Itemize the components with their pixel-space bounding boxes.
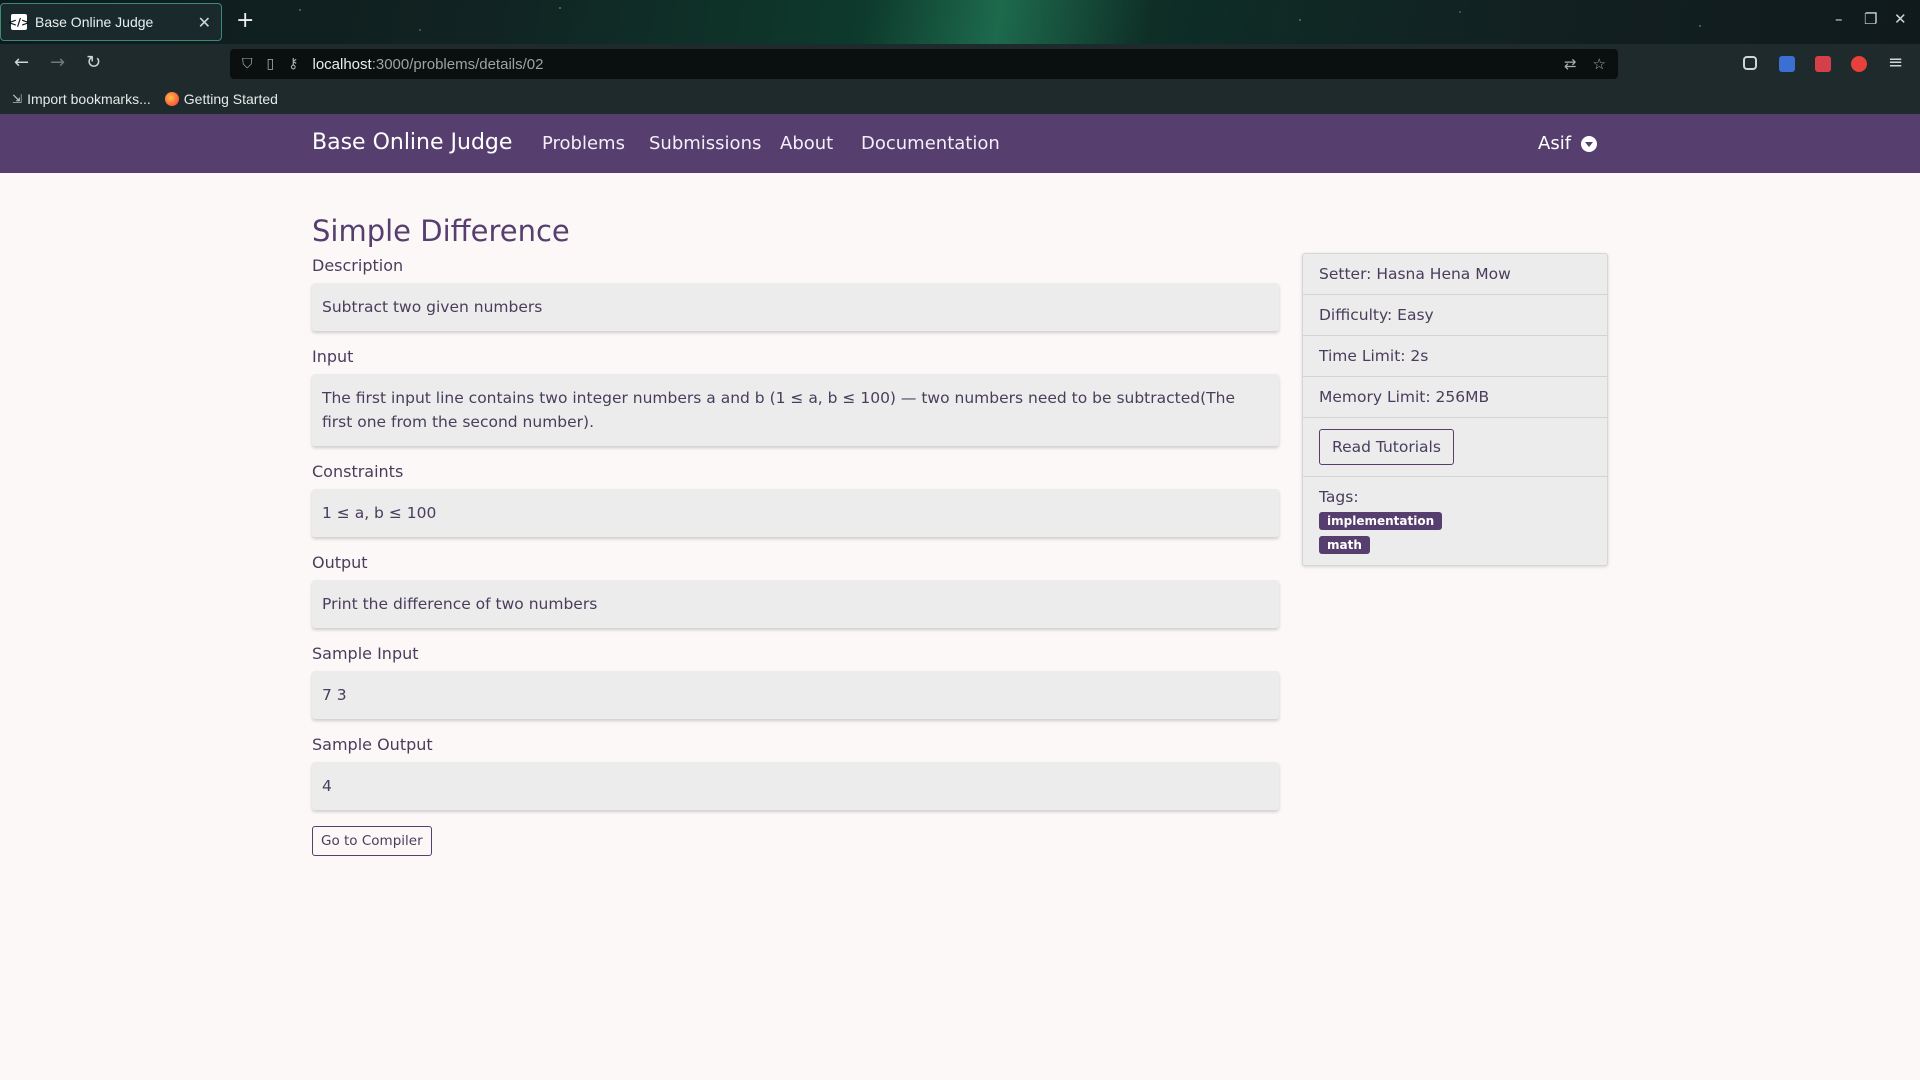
address-bar[interactable]: ⛉ ▯ ⚷ localhost:3000/problems/details/02… [230, 49, 1618, 79]
bookmark-getting-started-label: Getting Started [183, 91, 278, 107]
tags-list: implementation math [1319, 506, 1591, 554]
difficulty-info: Difficulty: Easy [1303, 295, 1607, 336]
setter-info: Setter: Hasna Hena Mow [1303, 254, 1607, 295]
forward-icon[interactable]: → [50, 52, 65, 73]
input-card: The first input line contains two intege… [312, 374, 1279, 446]
problem-info-panel: Setter: Hasna Hena Mow Difficulty: Easy … [1302, 253, 1608, 566]
time-limit-info: Time Limit: 2s [1303, 336, 1607, 377]
bookmark-star-icon[interactable]: ☆ [1593, 55, 1606, 73]
tutorial-row: Read Tutorials [1303, 418, 1607, 477]
description-label: Description [312, 256, 404, 275]
firefox-icon [164, 92, 179, 106]
url-path: :3000/problems/details/02 [371, 55, 544, 73]
tab-favicon-icon: </> [7, 14, 31, 30]
tags-row: Tags: implementation math [1303, 477, 1607, 565]
input-label: Input [312, 347, 354, 366]
menu-icon[interactable]: ≡ [1888, 52, 1903, 73]
tag-badge[interactable]: implementation [1319, 512, 1443, 530]
nav-problems[interactable]: Problems [542, 133, 625, 154]
tab-close-icon[interactable]: ✕ [198, 13, 211, 32]
browser-titlebar: </> Base Online Judge ✕ + – ❐ ✕ [0, 0, 1920, 44]
memory-limit-info: Memory Limit: 256MB [1303, 377, 1607, 418]
problem-title: Simple Difference [312, 214, 570, 248]
key-icon[interactable]: ⚷ [288, 56, 298, 72]
user-name: Asif [1538, 133, 1572, 154]
app-navbar: Base Online Judge Problems Submissions A… [0, 114, 1920, 173]
go-to-compiler-button[interactable]: Go to Compiler [312, 826, 432, 856]
import-icon: ⇲ [12, 92, 23, 106]
output-card: Print the difference of two numbers [312, 580, 1279, 628]
bookmark-import[interactable]: ⇲ Import bookmarks... [12, 91, 151, 107]
restore-icon[interactable]: ❐ [1864, 10, 1877, 28]
sample-input-card: 7 3 [312, 671, 1279, 719]
shield-icon[interactable]: ⛉ [242, 56, 253, 72]
tab-title: Base Online Judge [35, 14, 154, 30]
constraints-card: 1 ≤ a, b ≤ 100 [312, 489, 1279, 537]
read-tutorials-button[interactable]: Read Tutorials [1319, 429, 1454, 465]
sample-input-label: Sample Input [312, 644, 419, 663]
translate-icon[interactable]: ⇄ [1564, 55, 1577, 73]
minimize-icon[interactable]: – [1835, 10, 1843, 28]
tag-badge[interactable]: math [1319, 536, 1370, 554]
sample-output-label: Sample Output [312, 735, 433, 754]
extension-icon[interactable] [1815, 56, 1831, 72]
pocket-icon[interactable] [1743, 56, 1757, 70]
problem-details: Simple Difference Description Subtract t… [312, 214, 1279, 856]
brand-link[interactable]: Base Online Judge [312, 130, 512, 155]
bookmark-import-label: Import bookmarks... [27, 91, 151, 107]
nav-about[interactable]: About [780, 133, 833, 154]
constraints-label: Constraints [312, 462, 404, 481]
user-menu[interactable]: Asif [1538, 133, 1598, 154]
tags-label: Tags: [1319, 488, 1359, 506]
adblock-icon[interactable] [1851, 56, 1867, 72]
nav-documentation[interactable]: Documentation [861, 133, 1000, 154]
url-host: localhost [312, 55, 372, 73]
reload-icon[interactable]: ↻ [86, 52, 101, 73]
description-card: Subtract two given numbers [312, 283, 1279, 331]
window-close-icon[interactable]: ✕ [1894, 10, 1907, 28]
page-info-icon[interactable]: ▯ [267, 56, 275, 72]
new-tab-icon[interactable]: + [236, 8, 254, 33]
sample-output-card: 4 [312, 762, 1279, 810]
back-icon[interactable]: ← [14, 52, 29, 73]
nav-submissions[interactable]: Submissions [649, 133, 761, 154]
browser-tab[interactable]: </> Base Online Judge ✕ [0, 3, 222, 41]
translate-extension-icon[interactable] [1779, 56, 1795, 72]
bookmarks-bar: ⇲ Import bookmarks... Getting Started [0, 84, 1920, 114]
browser-toolbar: ← → ↻ ⛉ ▯ ⚷ localhost:3000/problems/deta… [0, 44, 1920, 84]
output-label: Output [312, 553, 368, 572]
bookmark-getting-started[interactable]: Getting Started [164, 91, 278, 107]
titlebar-background [0, 0, 1920, 44]
chevron-down-icon[interactable] [1581, 135, 1598, 152]
